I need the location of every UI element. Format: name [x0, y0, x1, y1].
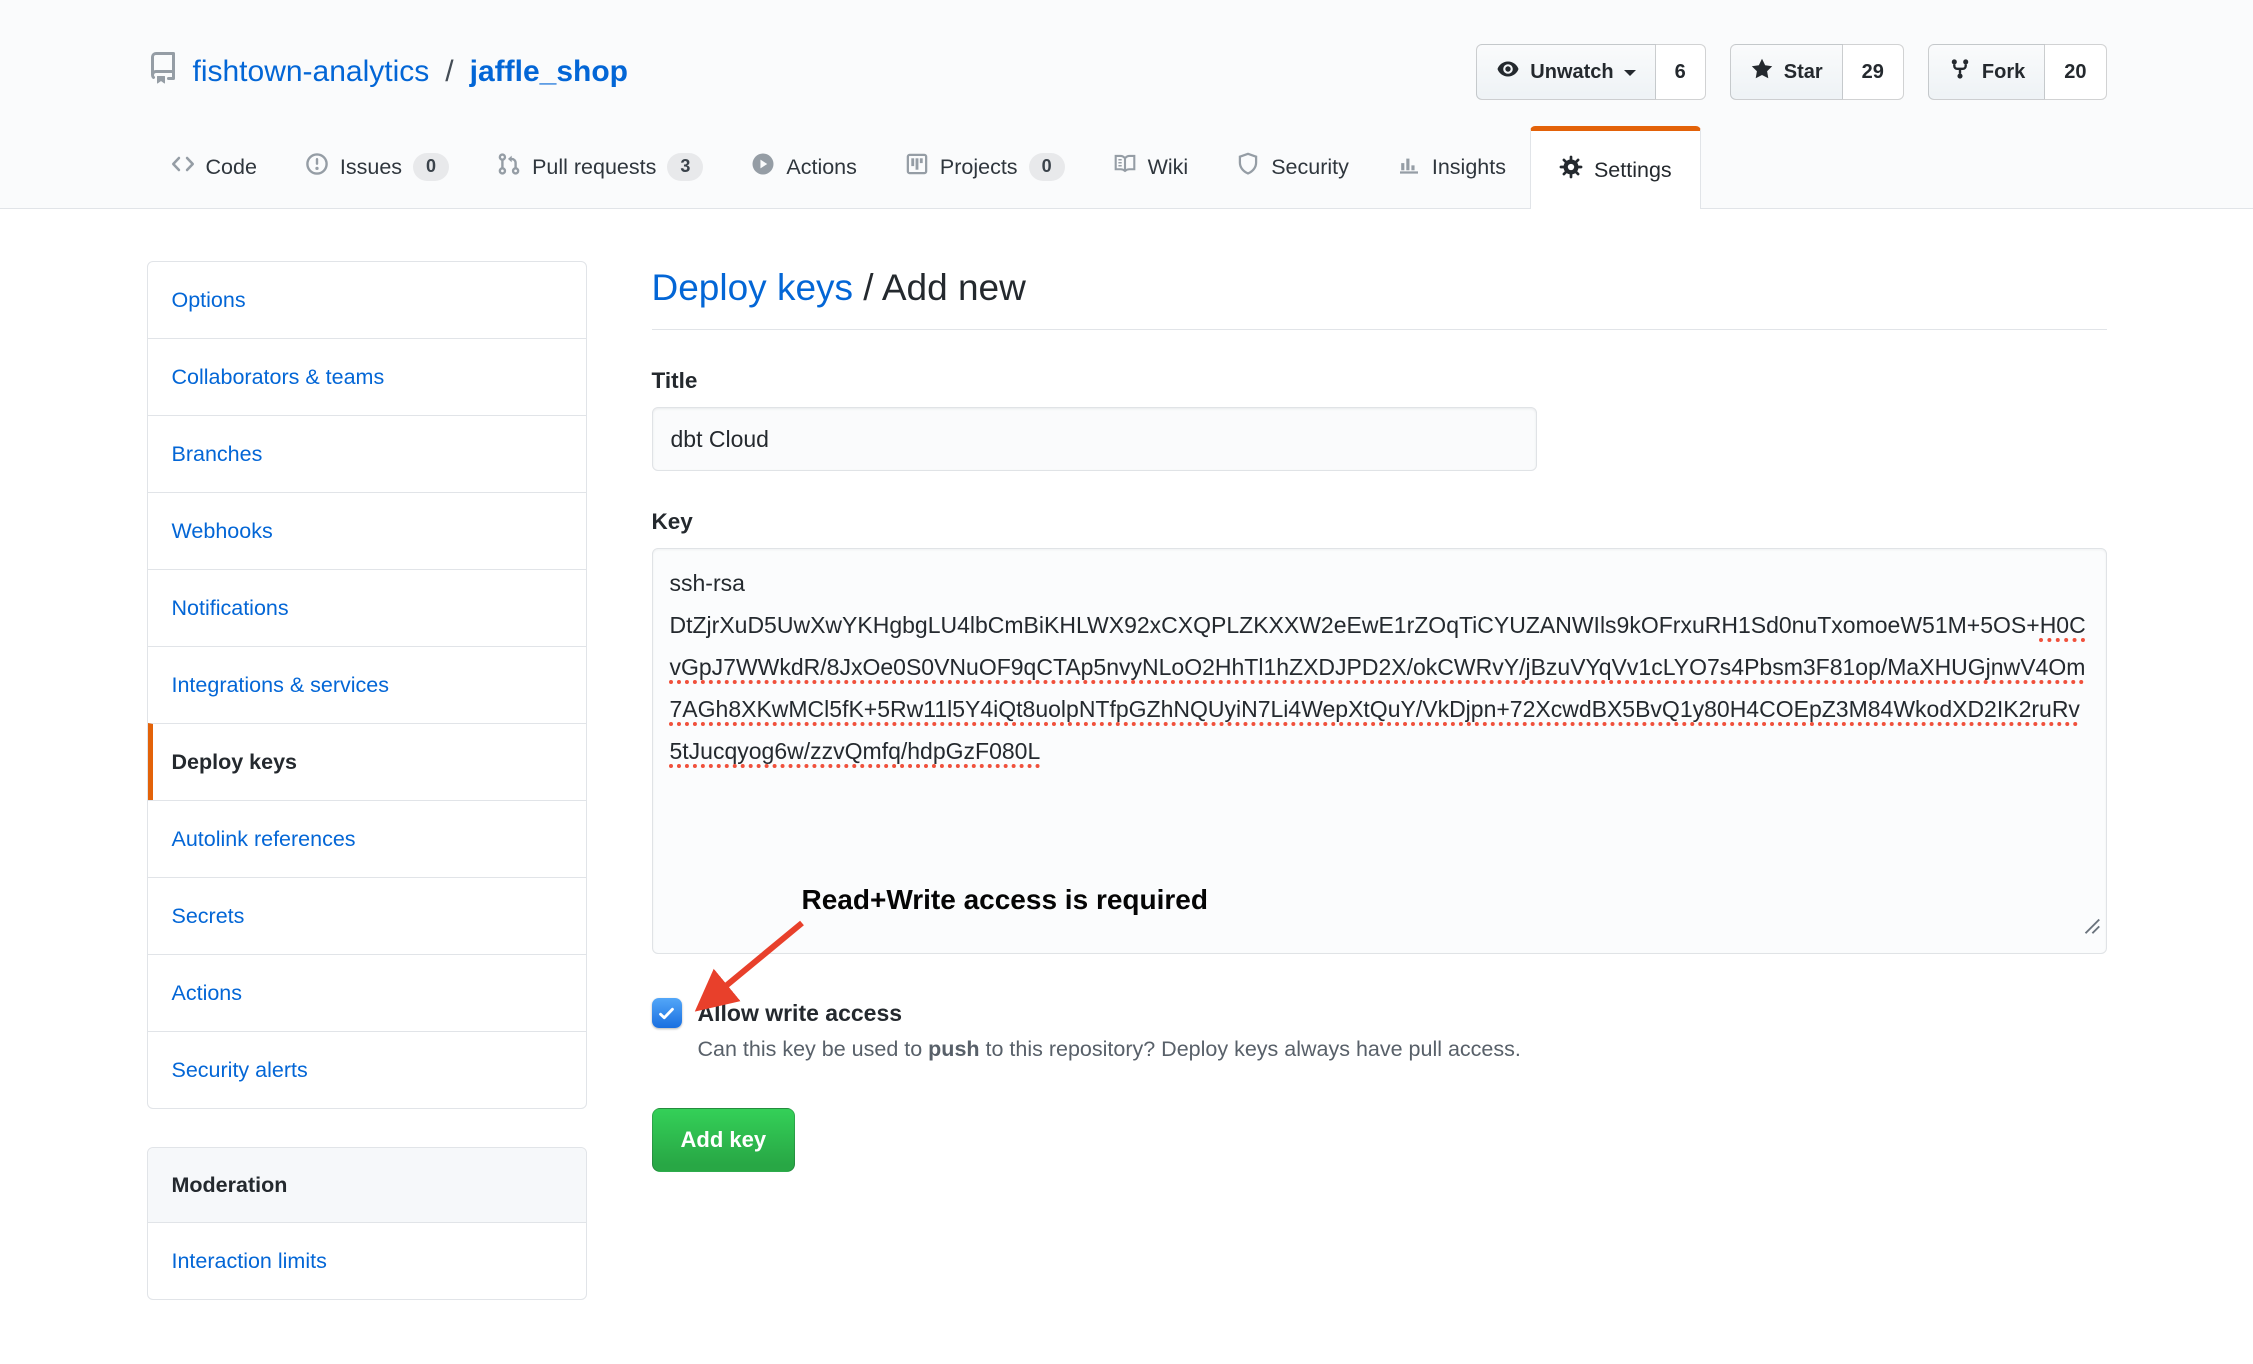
star-group: Star 29 [1730, 44, 1904, 100]
page-title: Deploy keys / Add new [652, 267, 2107, 330]
tab-wiki[interactable]: Wiki [1089, 126, 1213, 208]
deploy-key-form: Deploy keys / Add new Title Key ssh-rsa … [652, 261, 2107, 1172]
annotation-text: Read+Write access is required [802, 884, 1208, 916]
tab-issues[interactable]: Issues 0 [281, 126, 473, 208]
repo-header: fishtown-analytics / jaffle_shop Unwatch… [0, 0, 2253, 209]
tab-settings[interactable]: Settings [1530, 126, 1701, 209]
repo-name-link[interactable]: jaffle_shop [470, 55, 628, 89]
repo-separator: / [443, 55, 455, 89]
unwatch-button[interactable]: Unwatch [1476, 44, 1655, 100]
breadcrumb-current: / Add new [853, 267, 1026, 308]
book-icon [1113, 152, 1137, 182]
sidebar-item-webhooks[interactable]: Webhooks [148, 492, 586, 569]
repo-icon [147, 52, 179, 92]
projects-count-badge: 0 [1029, 153, 1065, 181]
forks-count[interactable]: 20 [2045, 44, 2106, 100]
repo-nav: Code Issues 0 Pull requests 3 Actions Pr… [147, 126, 2107, 208]
repo-owner-link[interactable]: fishtown-analytics [193, 55, 430, 89]
shield-icon [1236, 152, 1260, 182]
allow-write-access-note: Can this key be used to push to this rep… [698, 1037, 2107, 1062]
key-field-label: Key [652, 509, 2107, 535]
github-repo-settings-page: fishtown-analytics / jaffle_shop Unwatch… [0, 0, 2253, 1364]
deploy-keys-breadcrumb-link[interactable]: Deploy keys [652, 267, 854, 308]
sidebar-item-options[interactable]: Options [148, 262, 586, 338]
eye-icon [1496, 57, 1520, 87]
issue-opened-icon [305, 152, 329, 182]
settings-menu: Options Collaborators & teams Branches W… [147, 261, 587, 1109]
sidebar-item-security-alerts[interactable]: Security alerts [148, 1031, 586, 1108]
issues-count-badge: 0 [413, 153, 449, 181]
tab-code[interactable]: Code [147, 126, 281, 208]
sidebar-item-integrations-services[interactable]: Integrations & services [148, 646, 586, 723]
annotation-arrow-icon [678, 916, 818, 1025]
title-field-label: Title [652, 368, 2107, 394]
fork-button[interactable]: Fork [1928, 44, 2045, 100]
sidebar-item-branches[interactable]: Branches [148, 415, 586, 492]
repo-breadcrumb: fishtown-analytics / jaffle_shop [147, 52, 628, 92]
sidebar-item-deploy-keys[interactable]: Deploy keys [148, 723, 586, 800]
tab-projects[interactable]: Projects 0 [881, 126, 1089, 208]
star-button[interactable]: Star [1730, 44, 1843, 100]
title-input[interactable] [652, 407, 1537, 471]
sidebar-item-actions[interactable]: Actions [148, 954, 586, 1031]
sidebar-item-notifications[interactable]: Notifications [148, 569, 586, 646]
allow-write-access-row: Read+Write access is required Allow writ… [652, 998, 2107, 1028]
sidebar-item-interaction-limits[interactable]: Interaction limits [148, 1222, 586, 1299]
pull-requests-count-badge: 3 [667, 153, 703, 181]
add-key-button[interactable]: Add key [652, 1108, 796, 1172]
stargazers-count[interactable]: 29 [1843, 44, 1904, 100]
sidebar-item-secrets[interactable]: Secrets [148, 877, 586, 954]
caret-down-icon [1624, 70, 1636, 82]
project-board-icon [905, 152, 929, 182]
sidebar-item-autolink-references[interactable]: Autolink references [148, 800, 586, 877]
tab-actions[interactable]: Actions [727, 126, 881, 208]
watch-group: Unwatch 6 [1476, 44, 1705, 100]
code-icon [171, 152, 195, 182]
pull-request-icon [497, 152, 521, 182]
tab-pull-requests[interactable]: Pull requests 3 [473, 126, 727, 208]
moderation-heading: Moderation [148, 1148, 586, 1222]
fork-icon [1948, 57, 1972, 87]
settings-sidebar: Options Collaborators & teams Branches W… [147, 261, 587, 1300]
watchers-count[interactable]: 6 [1656, 44, 1706, 100]
tab-security[interactable]: Security [1212, 126, 1373, 208]
star-icon [1750, 57, 1774, 87]
repo-social-actions: Unwatch 6 Star 29 [1476, 44, 2106, 100]
key-text-plain: ssh-rsa DtZjrXuD5UwXwYKHgbgLU4lbCmBiKHLW… [670, 570, 2040, 638]
sidebar-item-collaborators-teams[interactable]: Collaborators & teams [148, 338, 586, 415]
moderation-menu: Moderation Interaction limits [147, 1147, 587, 1300]
tab-insights[interactable]: Insights [1373, 126, 1530, 208]
play-circle-icon [751, 152, 775, 182]
resize-handle-icon[interactable] [2080, 907, 2102, 949]
fork-group: Fork 20 [1928, 44, 2107, 100]
bar-graph-icon [1397, 152, 1421, 182]
gear-icon [1559, 155, 1583, 185]
